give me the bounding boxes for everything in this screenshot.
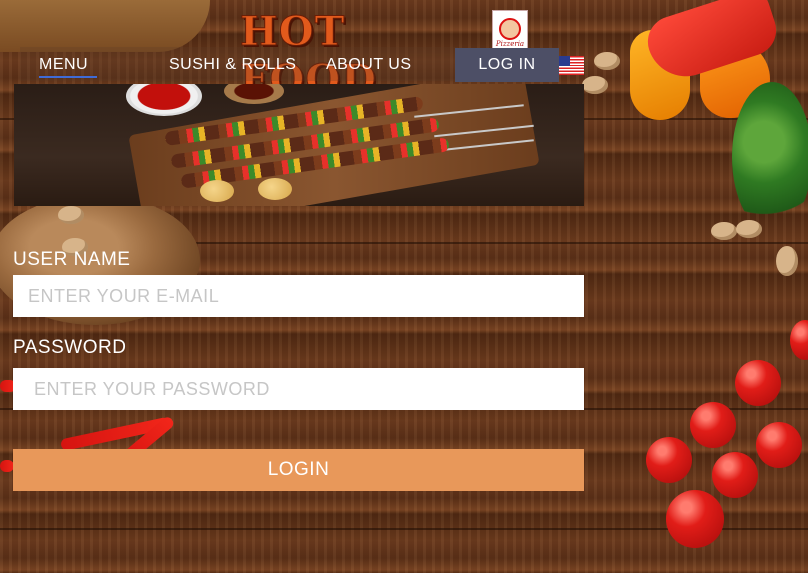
almond-decoration [711, 222, 737, 240]
almond-decoration [58, 206, 84, 224]
grilled-potato [258, 178, 292, 200]
password-field[interactable] [13, 368, 584, 410]
us-flag-icon[interactable] [559, 56, 584, 75]
nav-sushi-rolls-link[interactable]: SUSHI & ROLLS [169, 56, 296, 74]
login-button[interactable]: LOGIN [13, 449, 584, 491]
tomato-decoration [666, 490, 724, 548]
ketchup-bowl [126, 84, 202, 116]
almond-decoration [594, 52, 620, 70]
hero-kebab-image [14, 84, 584, 206]
tomato-decoration [735, 360, 781, 406]
almond-decoration [582, 76, 608, 94]
tomato-decoration [756, 422, 802, 468]
almond-decoration [776, 246, 798, 276]
sauce-bowl [224, 84, 284, 104]
active-nav-underline [39, 76, 97, 78]
chili-decoration [0, 460, 14, 472]
chef-face-icon [499, 17, 521, 40]
username-label: USER NAME [13, 249, 131, 270]
email-field[interactable] [13, 275, 584, 317]
nav-log-in-button[interactable]: LOG IN [455, 48, 559, 82]
bread-decoration [0, 0, 210, 52]
flag-canton [559, 56, 570, 66]
tomato-decoration [712, 452, 758, 498]
tomato-decoration [646, 437, 692, 483]
herbs-bowl-decoration [732, 82, 808, 232]
nav-about-us-link[interactable]: ABOUT US [326, 56, 412, 74]
password-label: PASSWORD [13, 337, 127, 358]
grilled-potato [200, 180, 234, 202]
almond-decoration [736, 220, 762, 238]
tomato-decoration [690, 402, 736, 448]
nav-menu-link[interactable]: MENU [39, 56, 88, 74]
